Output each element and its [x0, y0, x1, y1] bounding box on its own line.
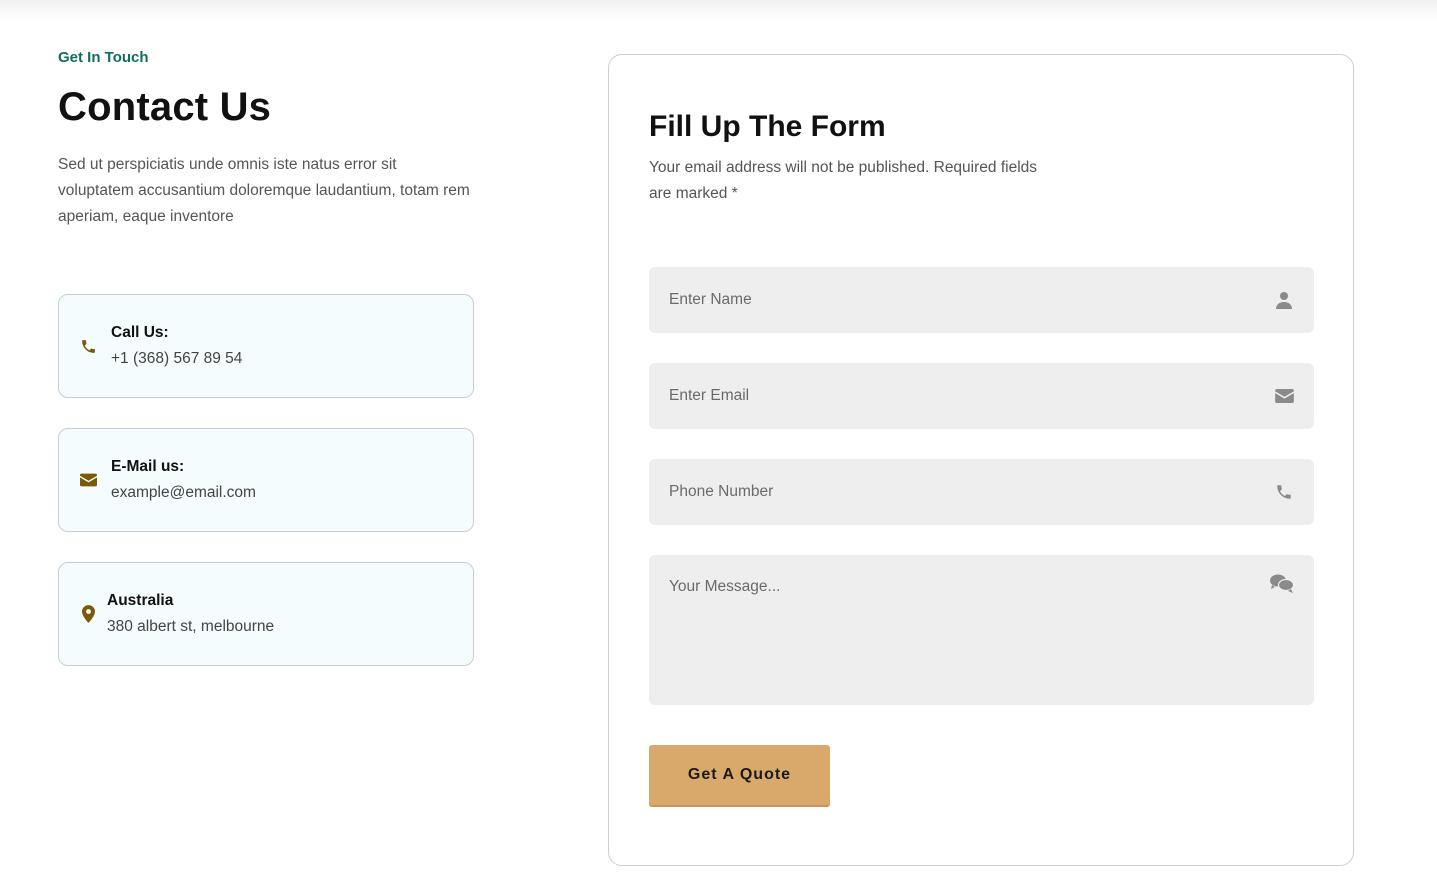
street-address: 380 albert st, melbourne [107, 618, 275, 635]
contact-form-card: Fill Up The Form Your email address will… [608, 54, 1354, 866]
message-textarea[interactable] [649, 555, 1314, 705]
section-eyebrow: Get In Touch [58, 49, 149, 66]
user-icon [1274, 290, 1294, 310]
form-subtitle: Your email address will not be published… [649, 159, 1038, 202]
email-card[interactable]: E-Mail us: example@email.com [58, 428, 474, 532]
map-pin-icon [79, 605, 97, 623]
envelope-icon [79, 471, 97, 489]
name-field [649, 267, 1314, 333]
intro-text: Sed ut perspiciatis unde omnis iste natu… [58, 156, 470, 225]
name-input[interactable] [649, 267, 1314, 333]
call-label: Call Us: [111, 324, 169, 341]
header-shadow [0, 0, 1437, 22]
address-card[interactable]: Australia 380 albert st, melbourne [58, 562, 474, 666]
contact-cards: Call Us: +1 (368) 567 89 54 E-Mail us: e… [58, 294, 474, 666]
email-field [649, 363, 1314, 429]
email-address[interactable]: example@email.com [111, 480, 256, 506]
phone-number[interactable]: +1 (368) 567 89 54 [111, 346, 242, 372]
envelope-icon [1274, 386, 1294, 406]
email-input[interactable] [649, 363, 1314, 429]
phone-icon [1274, 482, 1294, 502]
chat-bubbles-icon [1270, 573, 1294, 593]
page-title: Contact Us [58, 85, 272, 129]
contact-info-section: Get In Touch Contact Us Sed ut perspicia… [58, 48, 474, 696]
phone-icon [79, 337, 97, 355]
email-label: E-Mail us: [111, 458, 185, 475]
email-card-text: E-Mail us: example@email.com [111, 454, 256, 506]
phone-field [649, 459, 1314, 525]
call-card[interactable]: Call Us: +1 (368) 567 89 54 [58, 294, 474, 398]
address-card-text: Australia 380 albert st, melbourne [107, 588, 274, 640]
form-title: Fill Up The Form [649, 110, 886, 143]
phone-input[interactable] [649, 459, 1314, 525]
message-field [649, 555, 1314, 705]
country-label: Australia [107, 592, 174, 609]
call-card-text: Call Us: +1 (368) 567 89 54 [111, 320, 242, 372]
get-quote-button[interactable]: Get A Quote [649, 745, 830, 805]
